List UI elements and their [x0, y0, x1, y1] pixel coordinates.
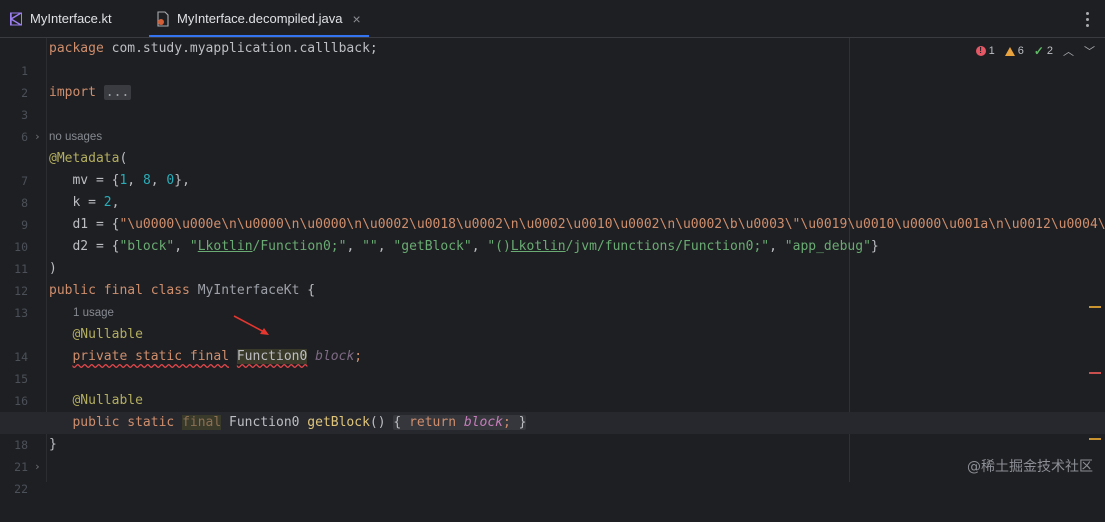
warning-marker[interactable] — [1089, 438, 1101, 440]
string-literal: " — [189, 239, 198, 254]
code-line: 8 mv = {1, 8, 0}, — [0, 170, 1105, 210]
red-arrow-annotation — [233, 315, 269, 335]
java-class-icon — [155, 10, 171, 27]
number: 8 — [142, 173, 151, 188]
punctuation: , — [377, 239, 394, 254]
line-number: 22 — [14, 482, 28, 496]
string-literal: "app_debug" — [784, 239, 871, 254]
punctuation: } — [49, 437, 57, 452]
code-line-current: 18 › public static final Function0 getBl… — [0, 412, 1105, 473]
kotlin-file-icon — [8, 11, 24, 27]
code-line: 11 d2 = {"block", "Lkotlin/Function0;", … — [0, 236, 1105, 276]
code-editor[interactable]: ! 1 6 ✓ 2 ︿ ﹀ 1 package com.study.myapplic… — [0, 38, 1105, 496]
string-literal: /Function0;" — [252, 239, 347, 254]
code-text: d2 = { — [49, 239, 120, 254]
class-name: MyInterfaceKt — [189, 283, 300, 298]
class-reference-link[interactable]: Lkotlin — [511, 239, 566, 254]
fold-expand-icon[interactable]: › — [34, 126, 41, 148]
tab-myinterface-kt[interactable]: MyInterface.kt — [8, 0, 112, 37]
code-line: 1 package com.study.myapplication.calllb… — [0, 38, 1105, 78]
keyword: return — [409, 415, 457, 430]
code-line: 16 — [0, 368, 1105, 408]
punctuation: }, — [174, 173, 190, 188]
punctuation: ) — [49, 261, 57, 276]
punctuation: , — [111, 195, 120, 210]
folded-imports[interactable]: ... — [103, 85, 132, 100]
code-line: 17 @Nullable — [0, 390, 1105, 430]
string-literal: "\u0000\u000e\n\u0000\n\u0000\n\u0002\u0… — [119, 217, 1105, 232]
watermark: @稀土掘金技术社区 — [967, 459, 1093, 475]
code-line: 10 d1 = {"\u0000\u000e\n\u0000\n\u0000\n… — [0, 214, 1105, 254]
error-marker[interactable] — [1089, 372, 1101, 374]
code-text: k = — [49, 195, 104, 210]
keyword: public final class — [49, 283, 190, 298]
keyword: public static — [72, 415, 175, 430]
annotation: @Nullable — [72, 327, 143, 342]
code-line: 7 @Metadata( — [0, 148, 1105, 188]
punctuation: { — [299, 283, 316, 298]
string-literal: "() — [487, 239, 511, 254]
code-line: 2 — [0, 60, 1105, 100]
punctuation: } — [518, 415, 527, 430]
punctuation: } — [870, 239, 879, 254]
warning-marker[interactable] — [1089, 306, 1101, 308]
annotation: @Metadata — [49, 151, 120, 166]
class-reference-link[interactable]: Lkotlin — [198, 239, 253, 254]
method-name: getBlock — [307, 415, 370, 430]
keyword: final — [182, 415, 222, 430]
punctuation: , — [127, 173, 143, 188]
type-name: Function0 — [236, 349, 308, 364]
punctuation: ; — [354, 349, 363, 364]
type-name: Function0 — [221, 415, 308, 430]
number: 2 — [103, 195, 112, 210]
code-line: 3 › import ... — [0, 82, 1105, 143]
code-line: 13 public final class MyInterfaceKt { — [0, 280, 1105, 320]
field-name: block — [463, 415, 503, 430]
string-literal: /jvm/functions/Function0;" — [565, 239, 770, 254]
keyword: private static final — [72, 349, 230, 364]
usages-hint[interactable]: 1 usage — [73, 302, 114, 324]
string-literal: "getBlock" — [393, 239, 472, 254]
more-options-icon[interactable] — [1086, 9, 1089, 30]
code-text: d1 = { — [49, 217, 120, 232]
code-line: 9 k = 2, — [0, 192, 1105, 232]
string-literal: "block" — [119, 239, 175, 254]
punctuation: , — [174, 239, 190, 254]
keyword: package — [49, 41, 104, 56]
code-line: 6 — [0, 104, 1105, 144]
usages-hint[interactable]: no usages — [49, 126, 102, 148]
punctuation: , — [346, 239, 363, 254]
tab-label: MyInterface.decompiled.java — [177, 11, 343, 26]
editor-tab-bar: MyInterface.kt MyInterface.decompiled.ja… — [0, 0, 1105, 38]
string-literal: "" — [362, 239, 378, 254]
punctuation: { — [393, 415, 402, 430]
field-name: block — [315, 349, 355, 364]
punctuation: , — [150, 173, 167, 188]
punctuation: () — [369, 415, 386, 430]
code-text: mv = { — [49, 173, 120, 188]
close-icon[interactable]: × — [352, 11, 360, 27]
annotation: @Nullable — [72, 393, 143, 408]
code-line: 12 ) — [0, 258, 1105, 298]
package-name: com.study.myapplication.calllback; — [103, 41, 378, 56]
code-line: 15 private static final Function0 block; — [0, 346, 1105, 386]
line-number: 6 — [21, 130, 28, 144]
line-number: 13 — [14, 306, 28, 320]
code-line: 14 @Nullable — [0, 324, 1105, 364]
tab-myinterface-decompiled-java[interactable]: MyInterface.decompiled.java × — [149, 0, 369, 37]
punctuation: , — [769, 239, 785, 254]
code-line: 22 — [0, 456, 1105, 496]
punctuation: ( — [119, 151, 128, 166]
punctuation: , — [471, 239, 488, 254]
code-line: 21 } — [0, 434, 1105, 474]
tab-label: MyInterface.kt — [30, 11, 112, 26]
keyword: import — [49, 85, 96, 100]
punctuation: ; — [503, 415, 511, 430]
